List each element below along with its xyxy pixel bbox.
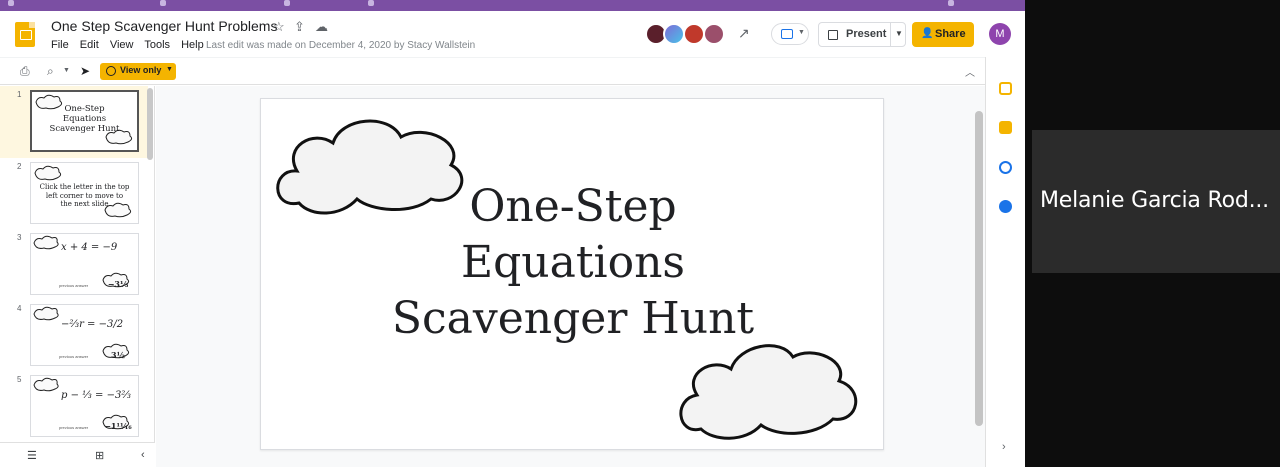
collapse-icon[interactable]: ︿ — [965, 64, 975, 79]
filmstrip-scrollbar[interactable] — [147, 88, 153, 160]
slide-canvas: One-Step Equations Scavenger Hunt — [156, 86, 985, 467]
slides-app: One Step Scavenger Hunt Problems ☆ ⇪ ☁ F… — [0, 11, 1025, 467]
zoom-icon[interactable]: ⌕ — [47, 64, 54, 79]
docs-header: One Step Scavenger Hunt Problems ☆ ⇪ ☁ F… — [0, 11, 1025, 57]
thumb-equation: −⅔r = −3/2 — [61, 319, 124, 330]
bookmark-icon[interactable] — [8, 0, 14, 6]
move-icon[interactable]: ⇪ — [294, 19, 305, 35]
slide-number: 2 — [17, 162, 22, 171]
thumb-line: left corner to move to — [45, 191, 124, 200]
slide-title-line: Scavenger Hunt — [391, 293, 755, 344]
avatar[interactable] — [663, 23, 685, 45]
slide-title-line: Equations — [460, 237, 686, 288]
present-icon — [828, 30, 838, 40]
thumb-answer: 3½ — [111, 350, 125, 360]
thumb-line: Click the letter in the top — [39, 183, 130, 191]
thumb-title: Click the letter in the top left corner … — [31, 183, 138, 209]
participant-name: Melanie Garcia Rod... — [1040, 188, 1269, 213]
menu-tools[interactable]: Tools — [144, 39, 170, 51]
toolbar: ⎙ ⌕ ▼ ➤ View only ▼ ︿ — [0, 57, 985, 85]
bookmark-icon[interactable] — [368, 0, 374, 6]
side-panel: › — [985, 57, 1025, 467]
account-avatar[interactable]: M — [989, 23, 1011, 45]
present-button[interactable]: Present ▼ — [818, 22, 906, 47]
cloud-bottom-right — [679, 344, 858, 440]
filmstrip: 1 One-Step Equations Scavenger Hunt 2 Cl… — [0, 86, 155, 467]
thumb-equation: p − ⅓ = −3⅔ — [61, 390, 131, 401]
chevron-left-icon[interactable]: ‹ — [141, 449, 145, 461]
document-title[interactable]: One Step Scavenger Hunt Problems — [51, 18, 277, 34]
bookmark-icon[interactable] — [160, 0, 166, 6]
screen: One Step Scavenger Hunt Problems ☆ ⇪ ☁ F… — [0, 0, 1280, 467]
slide-number: 4 — [17, 304, 22, 313]
chevron-down-icon[interactable]: ▼ — [895, 29, 903, 38]
menu-file[interactable]: File — [51, 39, 69, 51]
calendar-icon[interactable] — [999, 82, 1012, 95]
slide-number: 3 — [17, 233, 22, 242]
slide-thumbnail[interactable]: p − ⅓ = −3⅔ previous answer −1¹¹⁄₁₆ — [30, 375, 139, 437]
bookmark-icon[interactable] — [284, 0, 290, 6]
participant-video-tile[interactable]: Melanie Garcia Rod... — [1032, 130, 1280, 273]
list-view-icon[interactable]: ☰ — [27, 449, 37, 462]
chat-icon — [781, 29, 793, 39]
slide-number: 1 — [17, 90, 22, 99]
divider — [890, 23, 891, 46]
keep-icon[interactable] — [999, 121, 1012, 134]
share-label: Share — [935, 28, 966, 40]
select-cursor-icon[interactable]: ➤ — [80, 64, 90, 78]
menu-help[interactable]: Help — [181, 39, 204, 51]
print-icon[interactable]: ⎙ — [20, 64, 30, 79]
thumb-line: Scavenger Hunt — [49, 124, 120, 134]
star-icon[interactable]: ☆ — [273, 19, 285, 35]
avatar[interactable] — [683, 23, 705, 45]
last-edit-link[interactable]: Last edit was made on December 4, 2020 b… — [206, 40, 475, 51]
tasks-icon[interactable] — [999, 161, 1012, 174]
slide-thumbnail[interactable]: x + 4 = −9 previous answer −3⅓ — [30, 233, 139, 295]
chevron-down-icon[interactable]: ▼ — [63, 67, 70, 74]
thumb-answer: −1¹¹⁄₁₆ — [104, 421, 132, 431]
slide-number: 5 — [17, 375, 22, 384]
eye-icon — [106, 66, 116, 76]
slide-thumbnail[interactable]: −⅔r = −3/2 previous answer 3½ — [30, 304, 139, 366]
share-icon: 👤 — [921, 28, 934, 39]
present-label: Present — [846, 28, 887, 40]
menu-edit[interactable]: Edit — [80, 39, 99, 51]
view-only-label: View only — [120, 65, 162, 75]
avatar[interactable] — [703, 23, 725, 45]
thumb-line: Equations — [62, 114, 107, 124]
thumb-previous-label: previous answer — [59, 354, 89, 359]
slide-title-line: One-Step — [469, 181, 677, 232]
slides-logo-icon[interactable] — [15, 22, 35, 47]
cloud-status-icon[interactable]: ☁ — [315, 19, 328, 35]
thumb-previous-label: previous answer — [59, 425, 89, 430]
thumb-title: One-Step Equations Scavenger Hunt — [32, 104, 137, 134]
filmstrip-view-controls: ☰ ⊞ ‹ — [0, 442, 155, 467]
menu-bar: File Edit View Tools Help — [51, 39, 212, 51]
thumb-equation: x + 4 = −9 — [61, 242, 118, 253]
chevron-down-icon: ▼ — [166, 66, 173, 73]
trend-icon[interactable]: ↗ — [738, 25, 750, 42]
chat-button[interactable]: ▼ — [771, 23, 809, 45]
thumb-answer: −3⅓ — [107, 279, 129, 289]
contacts-icon[interactable] — [999, 200, 1012, 213]
chevron-down-icon: ▼ — [798, 29, 805, 36]
thumb-line: the next slide — [60, 200, 109, 208]
grid-view-icon[interactable]: ⊞ — [95, 449, 104, 462]
thumb-previous-label: previous answer — [59, 283, 89, 288]
bookmark-icon[interactable] — [948, 0, 954, 6]
current-slide[interactable]: One-Step Equations Scavenger Hunt — [260, 98, 884, 450]
slide-thumbnail[interactable]: Click the letter in the top left corner … — [30, 162, 139, 224]
share-button[interactable]: 👤 Share — [912, 22, 974, 47]
menu-view[interactable]: View — [110, 39, 134, 51]
collaborator-avatars — [645, 23, 727, 45]
view-only-button[interactable]: View only ▼ — [100, 63, 176, 80]
canvas-scrollbar[interactable] — [975, 111, 983, 426]
slide-title: One-Step Equations Scavenger Hunt — [321, 179, 825, 347]
slide-thumbnail[interactable]: One-Step Equations Scavenger Hunt — [30, 90, 139, 152]
browser-bookmark-strip — [0, 0, 1025, 11]
chevron-right-icon[interactable]: › — [1002, 441, 1006, 453]
thumb-line: One-Step — [64, 104, 105, 114]
